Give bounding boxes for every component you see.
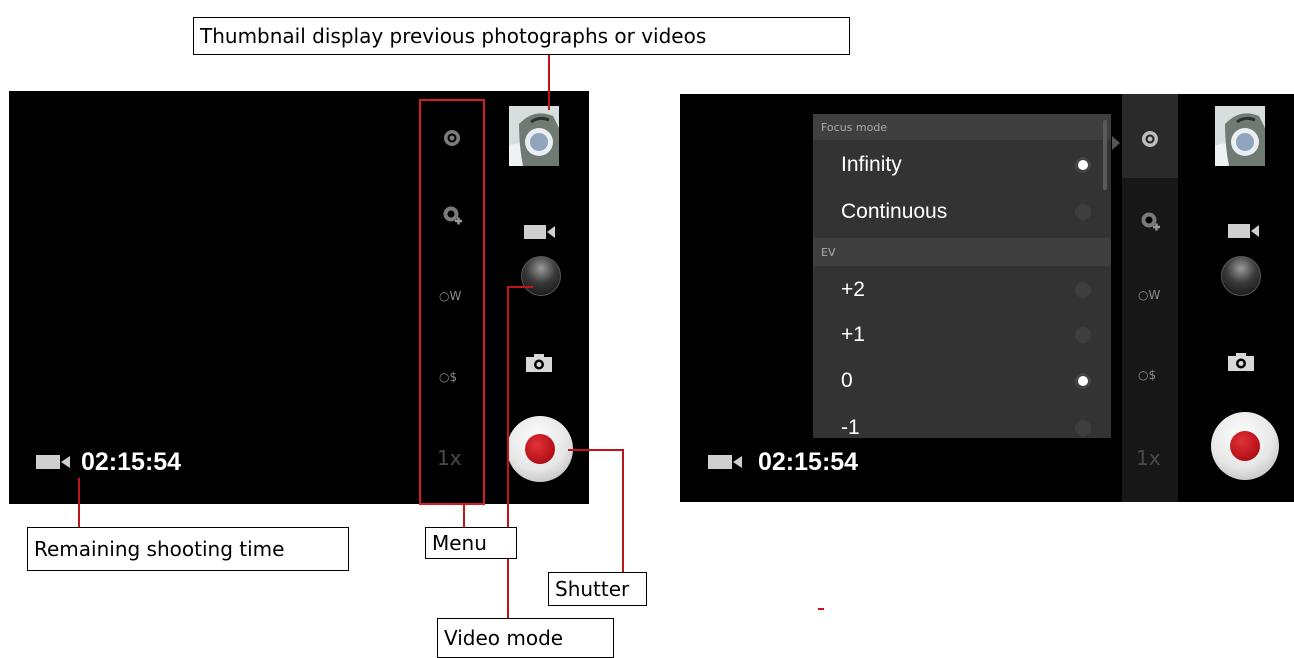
radio-unselected[interactable] xyxy=(1075,282,1091,298)
photo-camera-icon xyxy=(1227,352,1255,376)
option-label: +2 xyxy=(841,278,865,301)
settings-popup: Focus mode Infinity Continuous EV +2 +1 … xyxy=(813,114,1111,439)
record-dot xyxy=(1230,431,1260,461)
ev-option-minus1[interactable]: -1 xyxy=(813,406,1111,450)
annotation-line-menu xyxy=(463,504,465,529)
remaining-time-text: 02:15:54 xyxy=(758,448,859,476)
video-camera-icon xyxy=(524,223,556,245)
annotation-line-thumbnail xyxy=(548,55,550,110)
focus-mode-icon[interactable] xyxy=(1140,129,1160,153)
annotation-line-shutter xyxy=(568,449,623,451)
photo-camera-icon xyxy=(525,353,553,377)
white-balance-icon[interactable]: ○W xyxy=(1138,288,1160,302)
ev-option-plus2[interactable]: +2 xyxy=(813,268,1111,312)
thumbnail-preview[interactable] xyxy=(509,106,559,166)
option-label: Infinity xyxy=(841,153,902,176)
callout-thumbnail: Thumbnail display previous photographs o… xyxy=(193,17,850,55)
exposure-icon[interactable] xyxy=(1140,211,1162,237)
menu-highlight-box xyxy=(419,99,485,505)
radio-unselected[interactable] xyxy=(1075,327,1091,343)
camera-screen-left: ○W ○$ 1x 02:15:54 xyxy=(9,91,589,504)
record-dot xyxy=(525,434,555,464)
popup-scrollbar[interactable] xyxy=(1103,120,1107,190)
remaining-time-text: 02:15:54 xyxy=(81,448,182,476)
radio-selected[interactable] xyxy=(1075,373,1091,389)
radio-unselected[interactable] xyxy=(1075,204,1091,220)
video-mode-toggle[interactable] xyxy=(521,256,561,296)
focus-option-continuous[interactable]: Continuous xyxy=(813,191,1111,233)
video-camera-icon xyxy=(1228,222,1260,244)
annotation-line-video-mode xyxy=(507,286,533,288)
callout-remaining-time: Remaining shooting time xyxy=(27,527,349,571)
scene-mode-icon[interactable]: ○$ xyxy=(1138,368,1156,382)
option-label: +1 xyxy=(841,323,865,346)
ev-header: EV xyxy=(813,238,1111,266)
radio-selected[interactable] xyxy=(1075,157,1091,173)
ev-option-plus1[interactable]: +1 xyxy=(813,313,1111,357)
camera-screen-right: ○W ○$ 1x 02:15:54 Focus mode Infinity Co… xyxy=(680,94,1294,502)
stray-mark xyxy=(818,608,824,610)
shutter-button[interactable] xyxy=(507,416,573,482)
video-mode-toggle[interactable] xyxy=(1221,256,1261,296)
callout-video-mode: Video mode xyxy=(437,618,614,658)
option-label: 0 xyxy=(841,369,853,392)
annotation-line-video-mode xyxy=(507,286,509,618)
shutter-button[interactable] xyxy=(1211,412,1279,480)
thumbnail-preview[interactable] xyxy=(1215,106,1265,166)
callout-shutter: Shutter xyxy=(548,572,647,606)
option-label: -1 xyxy=(841,416,860,439)
focus-mode-header: Focus mode xyxy=(813,114,1111,140)
annotation-line-remaining-time xyxy=(78,478,80,528)
option-label: Continuous xyxy=(841,200,948,223)
focus-option-infinity[interactable]: Infinity xyxy=(813,144,1111,186)
video-camera-icon xyxy=(36,453,72,475)
annotation-line-shutter xyxy=(622,449,624,574)
popup-pointer xyxy=(1112,136,1120,150)
video-camera-icon xyxy=(708,453,744,475)
callout-menu: Menu xyxy=(425,527,517,559)
ev-option-zero[interactable]: 0 xyxy=(813,359,1111,403)
zoom-indicator: 1x xyxy=(1136,446,1161,470)
radio-unselected[interactable] xyxy=(1075,420,1091,436)
